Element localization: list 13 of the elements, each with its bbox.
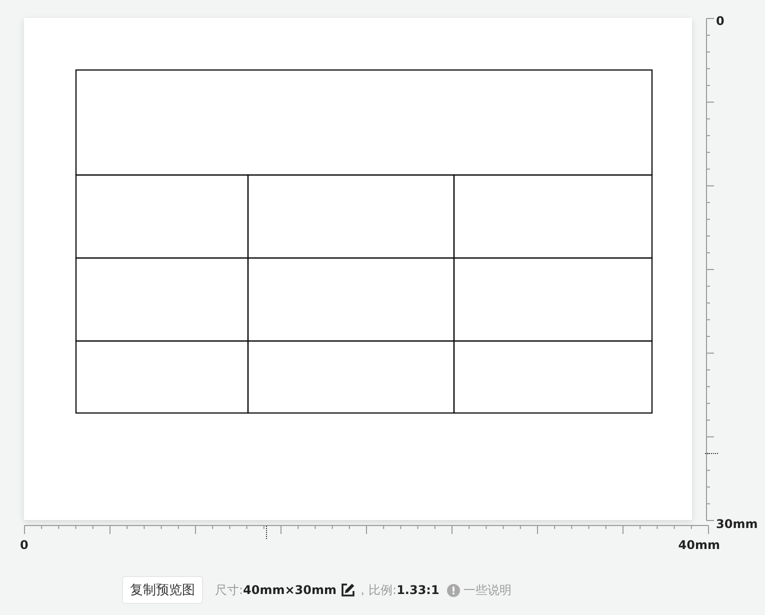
ratio-label: ，比例: (356, 582, 397, 598)
ruler-label: 0 (20, 538, 28, 552)
ruler-label: 0 (716, 14, 726, 28)
edit-icon[interactable] (340, 583, 355, 597)
ratio-value: 1.33:1 (396, 583, 440, 597)
note-text: 一些说明 (463, 582, 512, 598)
copy-preview-button[interactable]: 复制预览图 (122, 576, 203, 604)
ruler-label: 40mm (678, 538, 720, 552)
cursor-marker (705, 453, 720, 454)
ruler-label: 30mm (716, 517, 758, 531)
size-label: 尺寸: (215, 582, 244, 598)
size-value: 40mm×30mm (243, 583, 337, 597)
cursor-marker (266, 526, 267, 540)
